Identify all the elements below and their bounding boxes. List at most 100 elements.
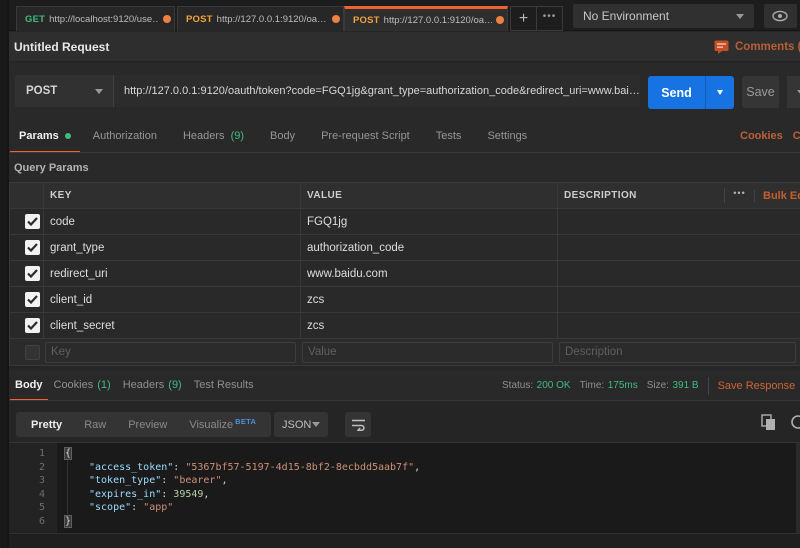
param-checkbox[interactable] [24, 292, 40, 307]
chevron-down-icon [312, 422, 320, 427]
json-key: "access_token" [89, 461, 174, 473]
line-number: 1 [38, 448, 45, 460]
tab-response-headers[interactable]: Headers (9) [117, 370, 188, 400]
param-key[interactable]: client_secret [50, 320, 115, 332]
tab-test-results[interactable]: Test Results [188, 370, 260, 400]
param-key[interactable]: grant_type [50, 242, 104, 254]
param-value[interactable]: zcs [307, 320, 324, 332]
save-options-button[interactable] [787, 76, 800, 108]
time-value: 175ms [607, 380, 638, 391]
response-meta: Status: 200 OK Time: 175ms Size: 391 B S… [502, 370, 800, 400]
copy-response-button[interactable] [761, 414, 777, 436]
param-checkbox[interactable] [24, 318, 40, 333]
json-key: "scope" [89, 502, 132, 514]
query-params-label: Query Params [14, 161, 89, 174]
new-value-input[interactable]: Value [302, 341, 553, 363]
param-description[interactable] [557, 209, 800, 234]
query-params-table: KEY VALUE DESCRIPTION ••• Bulk Edit code… [9, 182, 800, 366]
response-body-editor[interactable]: 1 { 2 "access_token": "5367bf57-5197-4d1… [9, 442, 800, 534]
request-tab-1[interactable]: GET http://localhost:9120/use… [16, 6, 175, 31]
save-button[interactable]: Save [742, 76, 779, 108]
response-language-selector[interactable]: JSON [274, 412, 328, 437]
tab-prerequest-script[interactable]: Pre-request Script [308, 119, 423, 152]
tab-body-label: Body [270, 129, 296, 142]
tab-body[interactable]: Body [257, 119, 308, 152]
param-key[interactable]: client_id [50, 294, 92, 306]
param-description[interactable] [557, 261, 800, 286]
check-icon [26, 269, 38, 278]
view-raw-button[interactable]: Raw [73, 419, 117, 431]
eye-icon [772, 10, 788, 22]
param-checkbox[interactable] [24, 240, 40, 255]
tab-url: http://127.0.0.1:9120/oa… [383, 14, 492, 26]
open-brace: { [63, 447, 73, 461]
description-placeholder: Description [565, 346, 623, 358]
environment-selector[interactable]: No Environment [573, 4, 754, 28]
chevron-down-icon [736, 13, 744, 19]
param-checkbox-empty[interactable] [24, 344, 40, 360]
size-label: Size: [646, 380, 669, 391]
col-value-header: VALUE [307, 190, 343, 201]
bulk-edit-link[interactable]: Bulk Edit [754, 189, 800, 202]
headers-count: (9) [230, 129, 245, 142]
param-value[interactable]: FGQ1jg [307, 216, 347, 228]
params-menu-button[interactable]: ••• [724, 188, 754, 203]
new-description-input[interactable]: Description [559, 341, 796, 363]
param-value[interactable]: www.baidu.com [307, 268, 388, 280]
tab-settings[interactable]: Settings [474, 119, 540, 152]
param-row: redirect_uri www.baidu.com [10, 261, 800, 287]
param-key[interactable]: redirect_uri [50, 268, 108, 280]
param-description[interactable] [557, 235, 800, 260]
wrap-line-icon [351, 419, 365, 431]
cookies-link[interactable]: Cookies [740, 130, 783, 142]
view-visualize-button[interactable]: Visualize BETA [178, 416, 267, 431]
url-input[interactable]: http://127.0.0.1:9120/oauth/token?code=F… [114, 75, 640, 107]
wrap-lines-button[interactable] [345, 412, 371, 437]
send-options-button[interactable] [706, 76, 734, 109]
request-tab-3-active[interactable]: POST http://127.0.0.1:9120/oa… [344, 6, 508, 31]
param-checkbox[interactable] [24, 214, 40, 229]
param-description[interactable] [557, 313, 800, 338]
json-value: "app" [143, 502, 174, 514]
view-pretty-button[interactable]: Pretty [20, 419, 73, 431]
new-tab-button[interactable]: + [511, 7, 537, 30]
method-selector[interactable]: POST [15, 75, 114, 107]
query-params-section: Query Params [9, 153, 800, 182]
param-value[interactable]: authorization_code [307, 242, 404, 254]
comma: , [221, 475, 228, 487]
language-label: JSON [282, 418, 312, 431]
param-description[interactable] [557, 287, 800, 312]
new-param-row: Key Value Description [10, 339, 800, 366]
view-mode-group: Pretty Raw Preview Visualize BETA [16, 412, 272, 437]
tab-tests[interactable]: Tests [423, 119, 475, 152]
new-key-input[interactable]: Key [45, 341, 296, 363]
send-button[interactable]: Send [648, 76, 706, 109]
tab-authorization[interactable]: Authorization [80, 119, 170, 152]
view-preview-button[interactable]: Preview [117, 419, 178, 431]
editor-scrollbar[interactable] [796, 443, 800, 534]
check-icon [26, 217, 38, 226]
search-response-button[interactable] [790, 414, 800, 437]
param-checkbox[interactable] [24, 266, 40, 281]
request-tab-2[interactable]: POST http://127.0.0.1:9120/oa… [177, 6, 344, 31]
tab-params[interactable]: Params [10, 119, 80, 152]
code-lines: 1 { 2 "access_token": "5367bf57-5197-4d1… [9, 447, 800, 528]
status-label: Status: [502, 380, 534, 391]
tab-test-results-label: Test Results [193, 379, 254, 391]
environment-quick-look-button[interactable] [764, 4, 797, 28]
tab-options-button[interactable]: ••• [537, 7, 562, 30]
save-response-button[interactable]: Save Response [718, 380, 800, 392]
tab-response-body-label: Body [15, 379, 43, 391]
tab-headers[interactable]: Headers (9) [170, 119, 257, 152]
beta-badge: BETA [235, 416, 257, 426]
tab-response-cookies[interactable]: Cookies (1) [48, 370, 117, 400]
code-link[interactable]: Code [793, 130, 800, 142]
json-value: 39549 [173, 488, 204, 500]
colon: : [161, 488, 174, 500]
tab-response-body[interactable]: Body [10, 370, 48, 400]
comments-button[interactable]: Comments (0) [714, 40, 800, 54]
param-key[interactable]: code [50, 216, 75, 228]
check-icon [26, 243, 38, 252]
tab-authorization-label: Authorization [92, 129, 157, 142]
param-value[interactable]: zcs [307, 294, 324, 306]
